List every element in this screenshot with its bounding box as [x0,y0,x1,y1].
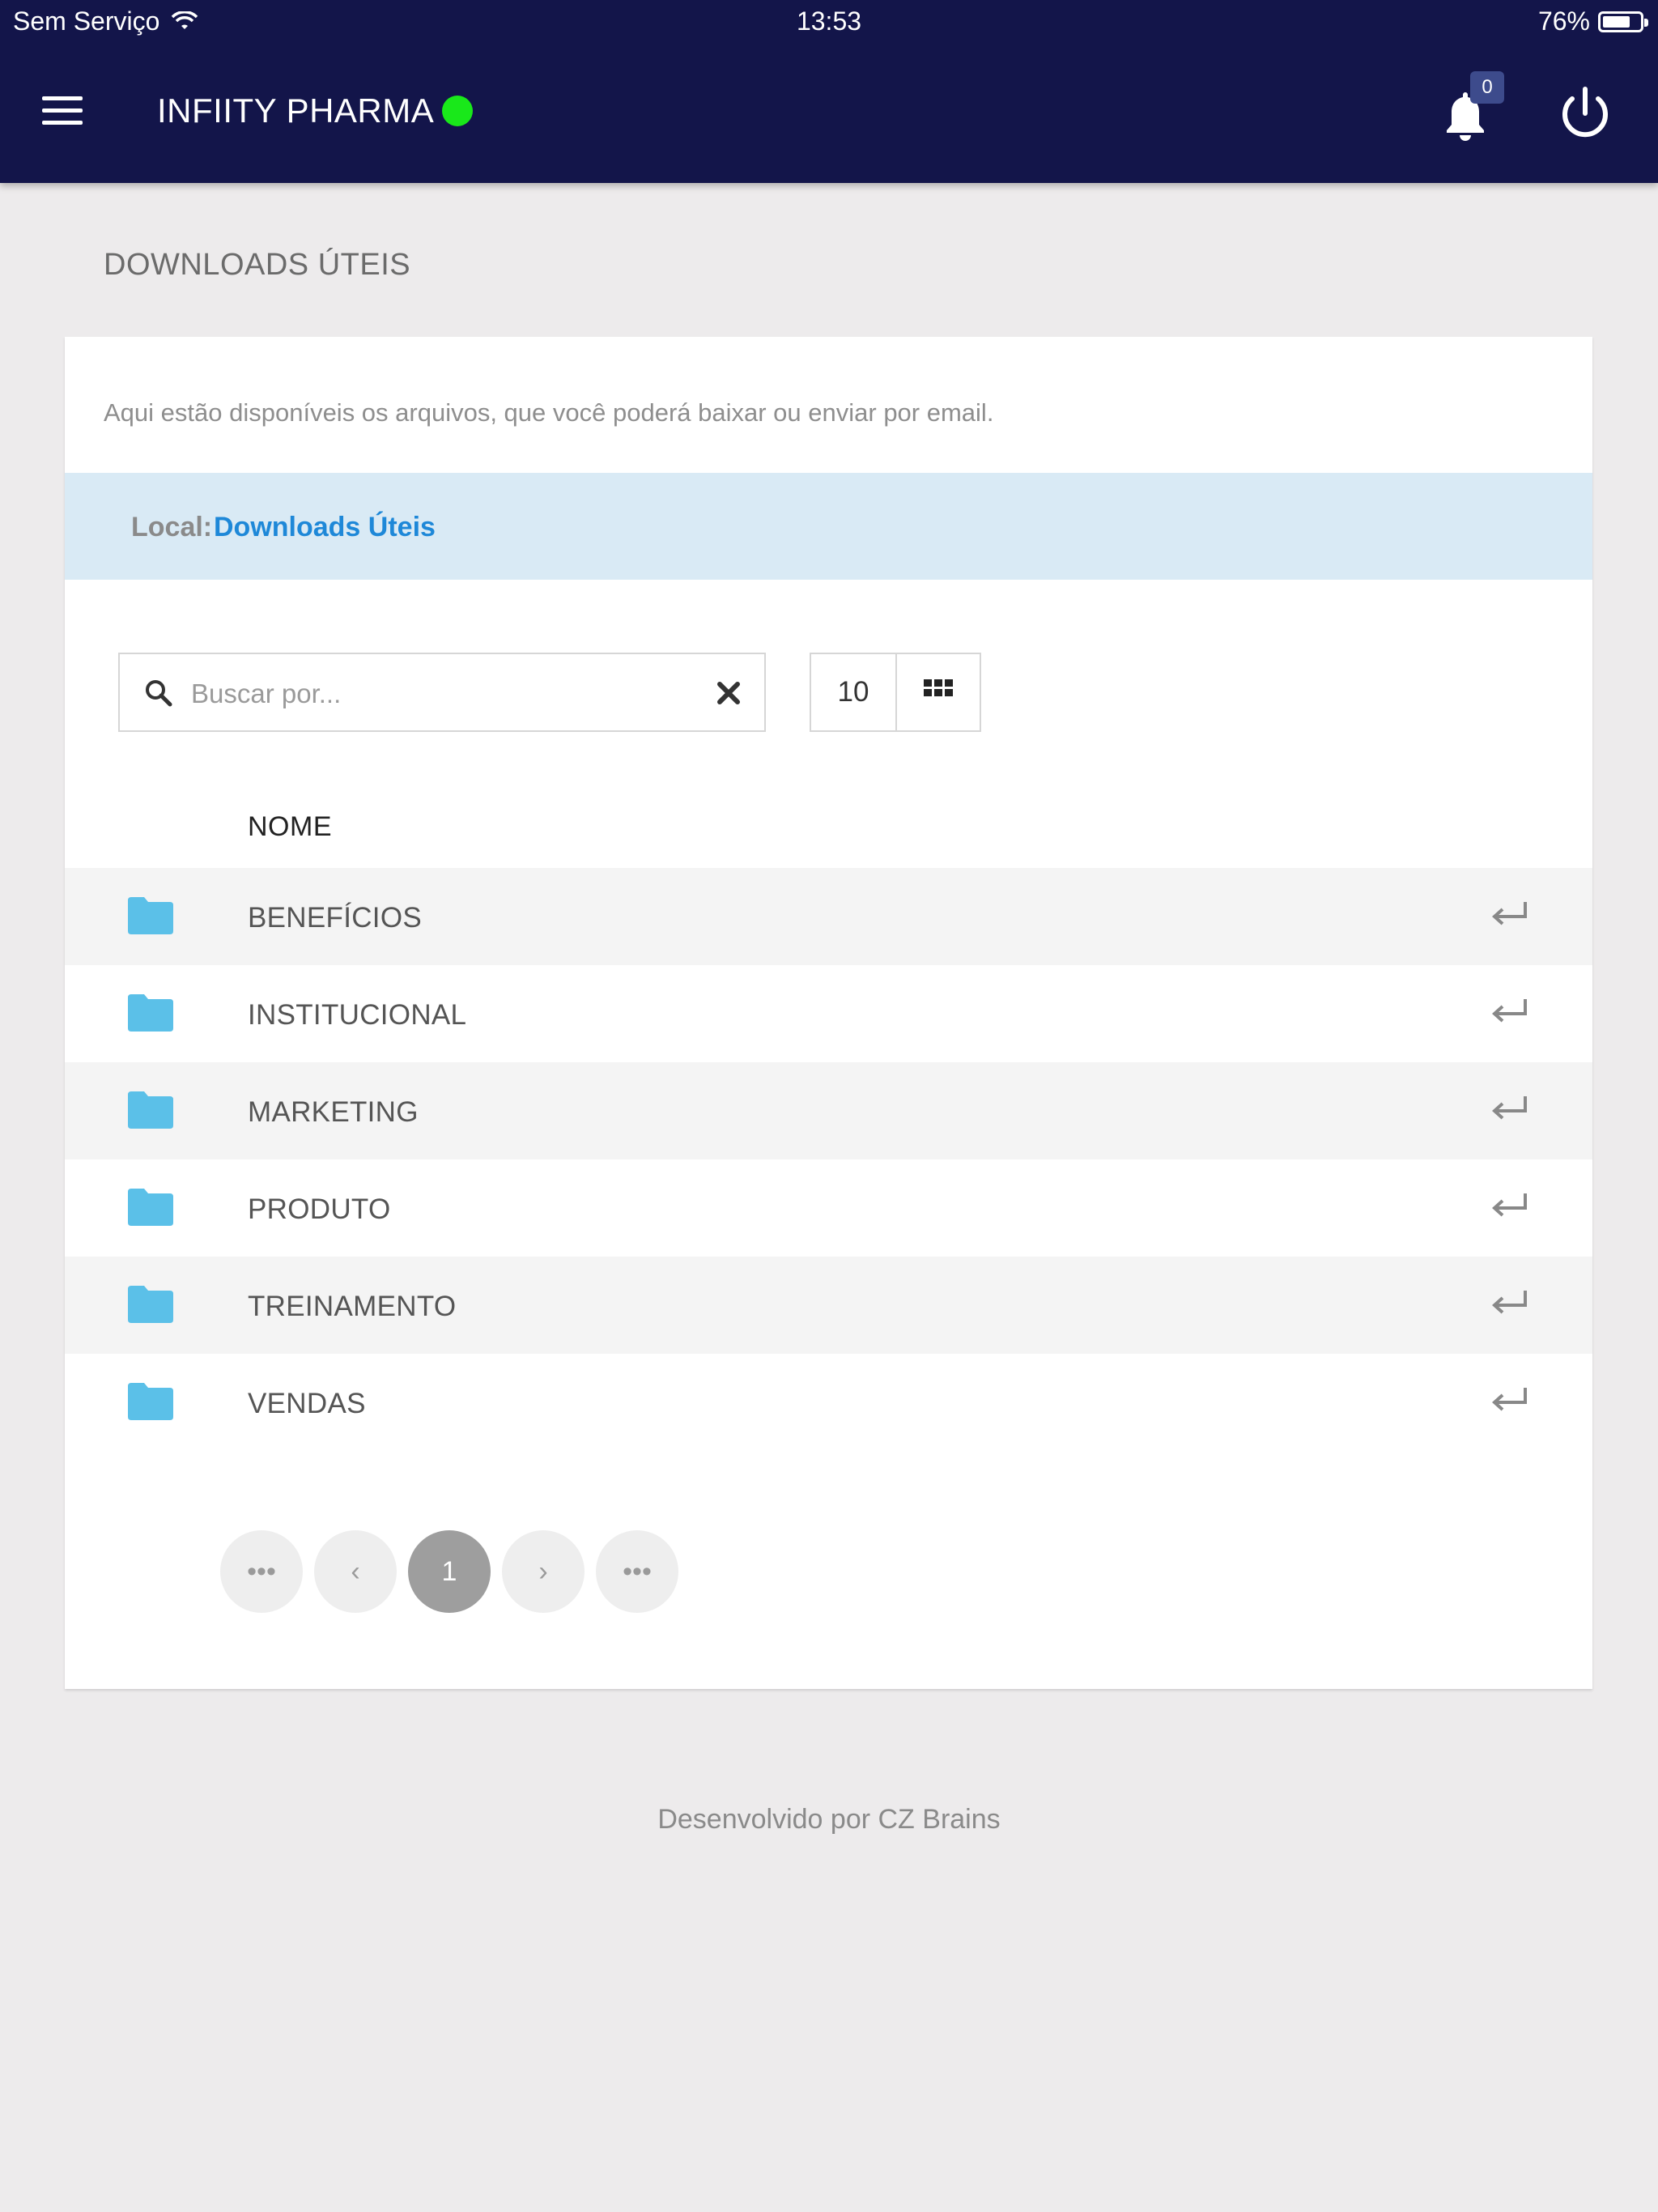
first-page-button[interactable]: ••• [220,1530,303,1613]
clear-search-icon[interactable] [714,678,743,708]
battery-icon [1598,11,1648,32]
page-size-selector[interactable]: 10 [810,653,897,732]
open-folder-icon[interactable] [1490,1189,1530,1221]
folder-name: VENDAS [248,1388,366,1419]
column-header-name[interactable]: NOME [248,811,332,843]
open-folder-icon[interactable] [1490,994,1530,1027]
grid-view-button[interactable] [897,653,981,732]
top-app-bar: Sem Serviço 13:53 76% INFIITY PHARMA 0 [0,0,1658,183]
breadcrumb-current-link[interactable]: Downloads Úteis [214,512,436,543]
folder-name: BENEFÍCIOS [248,902,422,934]
folder-name: INSTITUCIONAL [248,999,467,1031]
page-description: Aqui estão disponíveis os arquivos, que … [104,398,994,427]
folder-name: PRODUTO [248,1193,391,1225]
folder-icon [128,1091,173,1129]
open-folder-icon[interactable] [1490,897,1530,929]
current-page-button[interactable]: 1 [408,1530,491,1613]
status-time: 13:53 [796,6,862,36]
online-status-indicator [442,96,473,126]
table-row[interactable]: TREINAMENTO [65,1257,1592,1354]
open-folder-icon[interactable] [1490,1383,1530,1415]
folder-icon [128,1189,173,1226]
status-carrier: Sem Serviço [13,6,198,36]
grid-view-icon [924,679,953,696]
previous-page-button[interactable]: ‹ [314,1530,397,1613]
folder-name: TREINAMENTO [248,1291,457,1322]
open-folder-icon[interactable] [1490,1286,1530,1318]
page-title: DOWNLOADS ÚTEIS [104,248,411,282]
folder-icon [128,1383,173,1420]
table-row[interactable]: BENEFÍCIOS [65,868,1592,965]
folder-icon [128,1286,173,1323]
breadcrumb-label: Local: [131,512,213,542]
folder-name: MARKETING [248,1096,419,1128]
menu-icon-bar [42,108,83,113]
menu-icon-bar [42,121,83,125]
downloads-card: Aqui estão disponíveis os arquivos, que … [65,337,1592,1689]
wifi-icon [172,11,198,29]
menu-button[interactable] [42,96,83,125]
notification-count-badge: 0 [1470,71,1504,104]
table-row[interactable]: VENDAS [65,1354,1592,1451]
folder-icon [128,897,173,934]
search-box [118,653,766,732]
footer-credit: Desenvolvido por CZ Brains [657,1804,1001,1835]
pagination: ••• ‹ 1 › ••• [220,1530,678,1613]
open-folder-icon[interactable] [1490,1091,1530,1124]
table-row[interactable]: MARKETING [65,1062,1592,1159]
app-title: INFIITY PHARMA [157,91,435,130]
folder-list: BENEFÍCIOS INSTITUCIONAL MARKETING PRODU… [65,868,1592,1451]
table-row[interactable]: INSTITUCIONAL [65,965,1592,1062]
search-icon [146,680,172,707]
table-row[interactable]: PRODUTO [65,1159,1592,1257]
power-logout-icon[interactable] [1553,81,1618,146]
carrier-label: Sem Serviço [13,6,160,36]
battery-fill [1603,15,1630,28]
battery-percent: 76% [1537,6,1590,36]
search-input[interactable] [189,669,678,719]
breadcrumb: Local: Downloads Úteis [65,473,1592,580]
next-page-button[interactable]: › [502,1530,585,1613]
folder-icon [128,994,173,1032]
last-page-button[interactable]: ••• [596,1530,678,1613]
menu-icon-bar [42,96,83,100]
status-battery: 76% [1537,6,1648,36]
